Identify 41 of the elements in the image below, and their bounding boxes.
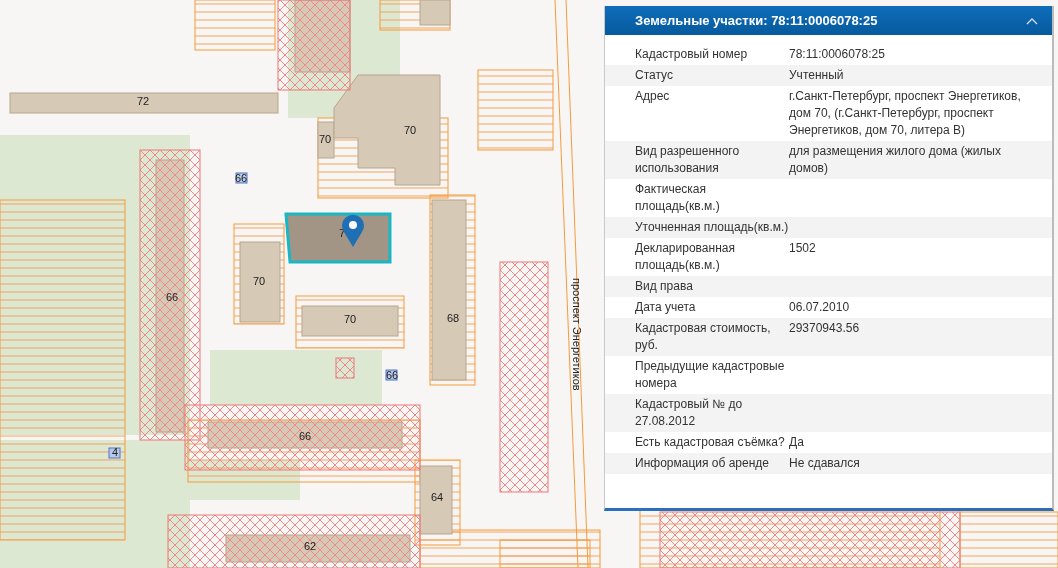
building-number: 62 bbox=[303, 540, 317, 552]
building-number: 70 bbox=[318, 133, 332, 145]
building-number: 66 bbox=[298, 430, 312, 442]
collapse-caret-icon[interactable] bbox=[1026, 16, 1038, 25]
field-label: Кадастровый номер bbox=[635, 46, 749, 63]
map-pin-icon[interactable] bbox=[342, 214, 364, 247]
field-value: 29370943.56 bbox=[789, 320, 861, 337]
field-label: Есть кадастровая съёмка? bbox=[635, 434, 786, 451]
field-label: Уточненная площадь(кв.м.) bbox=[635, 219, 789, 236]
building-number: 72 bbox=[136, 95, 150, 107]
building-number: 66 bbox=[234, 172, 248, 184]
building-number: 70 bbox=[403, 124, 417, 136]
field-label: Вид права bbox=[635, 278, 694, 295]
field-label: Статус bbox=[635, 67, 674, 84]
field-label: Адрес bbox=[635, 88, 671, 105]
panel-title: Земельные участки: 78:11:0006078:25 bbox=[635, 13, 878, 28]
field-value: Да bbox=[789, 434, 805, 451]
field-label: Вид разрешенного использования bbox=[635, 143, 741, 177]
field-value: 1502 bbox=[789, 240, 817, 257]
field-label: Фактическая площадь(кв.м.) bbox=[635, 181, 721, 215]
field-label: Декларированная площадь(кв.м.) bbox=[635, 240, 736, 274]
field-label: Дата учета bbox=[635, 299, 697, 316]
field-value: 78:11:0006078:25 bbox=[789, 46, 886, 63]
building-number: 66 bbox=[165, 291, 179, 303]
field-label: Информация об аренде bbox=[635, 455, 770, 472]
field-value: 06.07.2010 bbox=[789, 299, 851, 316]
street-label: проспект Энергетиков bbox=[571, 278, 583, 391]
building-number: 64 bbox=[430, 491, 444, 503]
field-value: Учтенный bbox=[789, 67, 845, 84]
building-number: 4 bbox=[111, 446, 119, 458]
building-number: 66 bbox=[385, 369, 399, 381]
field-label: Кадастровая стоимость, руб. bbox=[635, 320, 772, 354]
building-number: 68 bbox=[446, 312, 460, 324]
panel-header[interactable]: Земельные участки: 78:11:0006078:25 bbox=[605, 6, 1052, 35]
building-number: 70 bbox=[343, 313, 357, 325]
field-value: Не сдавался bbox=[789, 455, 861, 472]
field-value: для размещения жилого дома (жилых домов) bbox=[789, 143, 1002, 177]
field-label: Кадастровый № до 27.08.2012 bbox=[635, 396, 744, 430]
building-number: 70 bbox=[252, 275, 266, 287]
field-value: г.Санкт-Петербург, проспект Энергетиков, дом 70, (г.Санкт-Петербург, проспект Энергетиков, дом 70, литера В) bbox=[789, 88, 1022, 139]
field-label: Предыдущие кадастровые номера bbox=[635, 358, 786, 392]
